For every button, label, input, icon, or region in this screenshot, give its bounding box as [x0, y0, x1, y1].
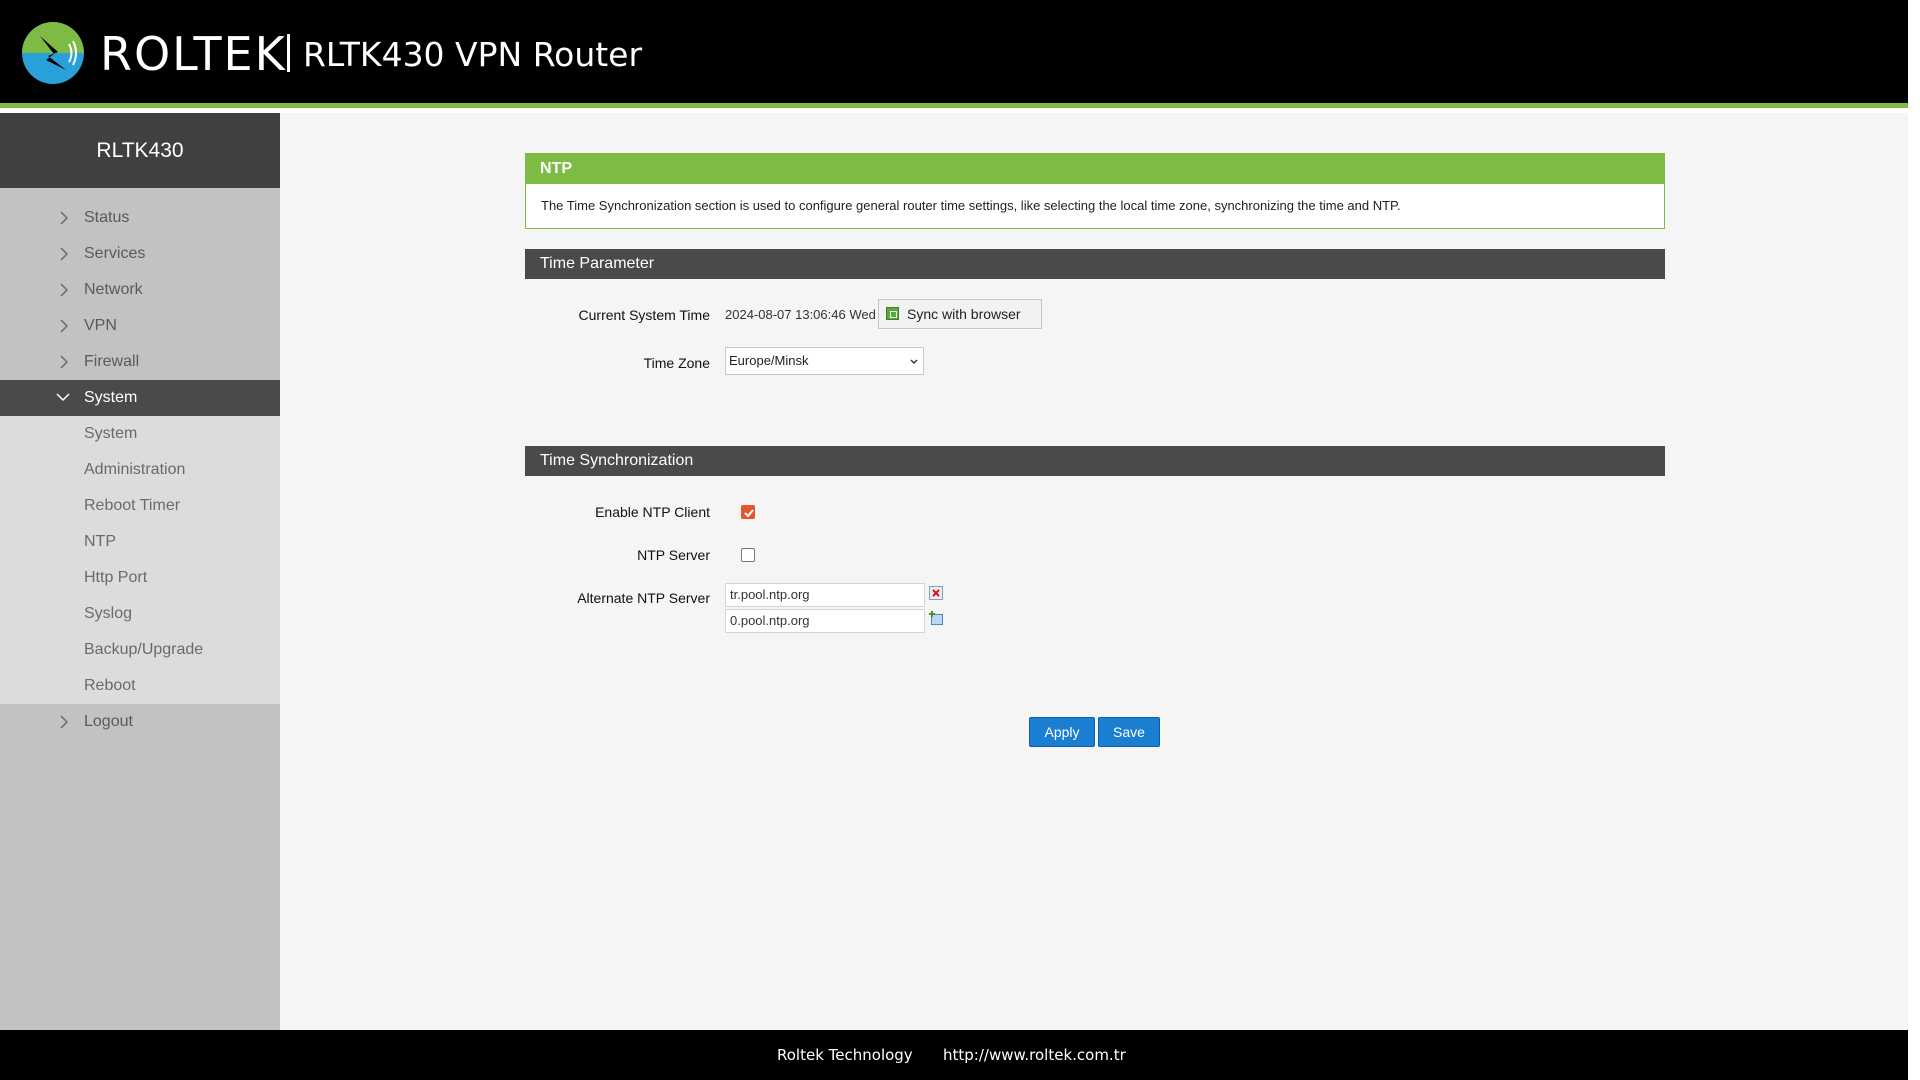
ntp-server-checkbox[interactable] [741, 548, 755, 562]
chevron-right-icon [58, 200, 72, 236]
submenu-item-syslog[interactable]: Syslog [0, 596, 280, 632]
submenu-item-backup-upgrade[interactable]: Backup/Upgrade [0, 632, 280, 668]
timezone-value: Europe/Minsk [729, 353, 809, 368]
sync-button-label: Sync with browser [907, 306, 1021, 322]
brand-name: ROLTEK [100, 27, 287, 81]
save-button[interactable]: Save [1098, 717, 1160, 747]
sidebar-item-label: VPN [84, 317, 117, 334]
alternate-ntp-server-input-1[interactable]: tr.pool.ntp.org [725, 583, 925, 607]
chevron-right-icon [58, 272, 72, 308]
sidebar-item-system[interactable]: System [0, 380, 280, 416]
sidebar-item-label: System [84, 389, 138, 406]
sidebar-item-firewall[interactable]: Firewall [0, 344, 280, 380]
sidebar-item-label: Logout [84, 713, 133, 730]
sidebar-item-label: Services [84, 245, 146, 262]
sidebar-item-label: Status [84, 209, 130, 226]
current-time-value: 2024-08-07 13:06:46 Wed [725, 307, 876, 322]
product-name: RLTK430 VPN Router [303, 35, 643, 74]
panel-title: NTP [526, 154, 1664, 184]
enable-ntp-client-label: Enable NTP Client [595, 504, 710, 520]
submenu-item-system[interactable]: System [0, 416, 280, 452]
brand-separator [287, 34, 290, 72]
chevron-down-icon [56, 380, 72, 416]
checkmark-icon [744, 509, 754, 518]
chevron-right-icon [58, 308, 72, 344]
sidebar-item-label: Network [84, 281, 143, 298]
roltek-logo-icon [22, 22, 84, 84]
page-footer: Roltek Technology http://www.roltek.com.… [0, 1030, 1908, 1080]
chevron-right-icon [58, 236, 72, 272]
submenu-item-reboot[interactable]: Reboot [0, 668, 280, 704]
chevron-down-icon [910, 359, 918, 364]
submenu-item-reboot-timer[interactable]: Reboot Timer [0, 488, 280, 524]
enable-ntp-client-checkbox[interactable] [741, 505, 755, 519]
sidebar-item-logout[interactable]: Logout [0, 704, 280, 740]
add-entry-icon[interactable] [929, 611, 943, 625]
sidebar-item-status[interactable]: Status [0, 200, 280, 236]
apply-button[interactable]: Apply [1029, 717, 1095, 747]
submenu-item-http-port[interactable]: Http Port [0, 560, 280, 596]
chevron-right-icon [58, 344, 72, 380]
chevron-right-icon [58, 704, 72, 740]
sidebar-item-services[interactable]: Services [0, 236, 280, 272]
timezone-label: Time Zone [643, 355, 710, 371]
sidebar-item-label: Firewall [84, 353, 140, 370]
top-header: ROLTEK RLTK430 VPN Router [0, 0, 1908, 108]
sidebar-item-vpn[interactable]: VPN [0, 308, 280, 344]
section-header-time-parameter: Time Parameter [525, 249, 1665, 279]
submenu-item-ntp[interactable]: NTP [0, 524, 280, 560]
footer-url-link[interactable]: http://www.roltek.com.tr [943, 1030, 1126, 1080]
current-time-label: Current System Time [578, 307, 710, 323]
remove-entry-icon[interactable] [929, 586, 943, 600]
panel-description: The Time Synchronization section is used… [541, 198, 1401, 213]
alternate-ntp-server-label: Alternate NTP Server [577, 590, 710, 606]
footer-company: Roltek Technology [777, 1046, 913, 1064]
sidebar-title: RLTK430 [0, 113, 280, 188]
ntp-server-label: NTP Server [637, 547, 710, 563]
submenu-item-administration[interactable]: Administration [0, 452, 280, 488]
timezone-select[interactable]: Europe/Minsk [725, 347, 924, 375]
system-submenu: System Administration Reboot Timer NTP H… [0, 416, 280, 704]
sidebar: RLTK430 Status Services Network VPN Fire… [0, 113, 280, 1030]
alternate-ntp-server-input-2[interactable]: 0.pool.ntp.org [725, 609, 925, 633]
section-header-time-sync: Time Synchronization [525, 446, 1665, 476]
sidebar-item-network[interactable]: Network [0, 272, 280, 308]
sync-with-browser-button[interactable]: Sync with browser [878, 299, 1042, 329]
main-content: NTP The Time Synchronization section is … [280, 113, 1908, 1030]
sidebar-nav: Status Services Network VPN Firewall Sys… [0, 188, 280, 740]
right-edge [1908, 0, 1920, 1080]
sync-icon [886, 307, 899, 320]
ntp-info-panel: NTP The Time Synchronization section is … [525, 153, 1665, 229]
